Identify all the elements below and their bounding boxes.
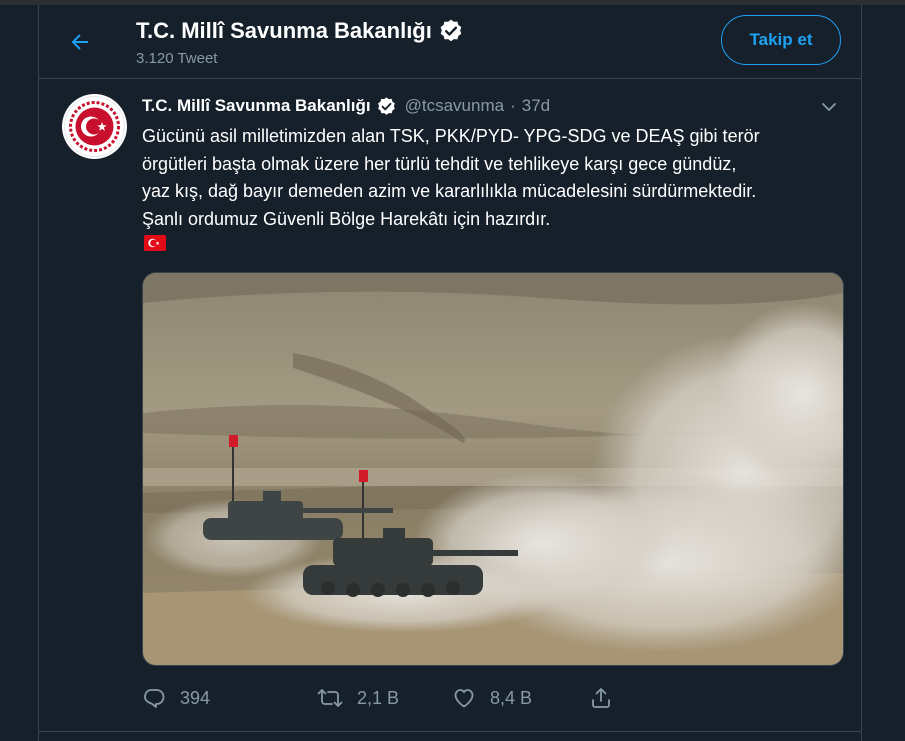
author-name[interactable]: T.C. Millî Savunma Bakanlığı	[142, 96, 371, 116]
tweet-text-line: Gücünü asil milletimizden alan TSK, PKK/…	[142, 126, 760, 146]
tweet-header: T.C. Millî Savunma Bakanlığı @tcsavunma …	[142, 94, 842, 118]
page-title-text: T.C. Millî Savunma Bakanlığı	[136, 18, 432, 43]
page-title: T.C. Millî Savunma Bakanlığı	[136, 18, 464, 44]
tweet-text: Gücünü asil milletimizden alan TSK, PKK/…	[142, 123, 842, 233]
ministry-emblem-icon	[64, 96, 125, 157]
tweet-media-image[interactable]	[142, 272, 844, 666]
divider	[39, 731, 861, 732]
like-button[interactable]: 8,4 B	[452, 686, 532, 710]
timeline-column: T.C. Millî Savunma Bakanlığı 3.120 Tweet…	[38, 5, 862, 741]
tweet-time[interactable]: 37d	[522, 96, 550, 116]
profile-header: T.C. Millî Savunma Bakanlığı 3.120 Tweet…	[39, 5, 861, 79]
tweet-count: 3.120 Tweet	[136, 50, 218, 67]
verified-badge-icon	[440, 19, 462, 42]
separator-dot: ·	[510, 96, 516, 115]
verified-badge-icon	[377, 96, 395, 115]
back-arrow-icon	[71, 34, 88, 50]
turkish-flag-emoji	[144, 235, 166, 251]
reply-button[interactable]: 394	[142, 686, 210, 710]
tweet-actions: 394 2,1 B 8,4 B	[142, 686, 842, 714]
retweet-icon	[317, 689, 343, 707]
author-handle[interactable]: @tcsavunma	[405, 96, 504, 116]
retweet-count: 2,1 B	[357, 687, 400, 708]
tweet-text-line: Şanlı ordumuz Güvenli Bölge Harekâtı içi…	[142, 208, 551, 229]
like-count: 8,4 B	[490, 687, 533, 708]
retweet-button[interactable]: 2,1 B	[317, 686, 399, 710]
share-button[interactable]	[589, 686, 613, 710]
tweet-text-line: yaz kış, dağ bayır demeden azim ve karar…	[142, 181, 757, 201]
reply-icon	[144, 689, 165, 708]
avatar[interactable]	[62, 94, 127, 159]
chevron-down-icon[interactable]	[819, 97, 839, 117]
share-icon	[592, 688, 610, 708]
back-button[interactable]	[61, 23, 99, 61]
reply-count: 394	[180, 687, 211, 708]
like-icon	[454, 689, 474, 708]
follow-button[interactable]: Takip et	[721, 15, 841, 65]
tweet-text-line: örgütleri başta olmak üzere her türlü te…	[142, 153, 737, 174]
